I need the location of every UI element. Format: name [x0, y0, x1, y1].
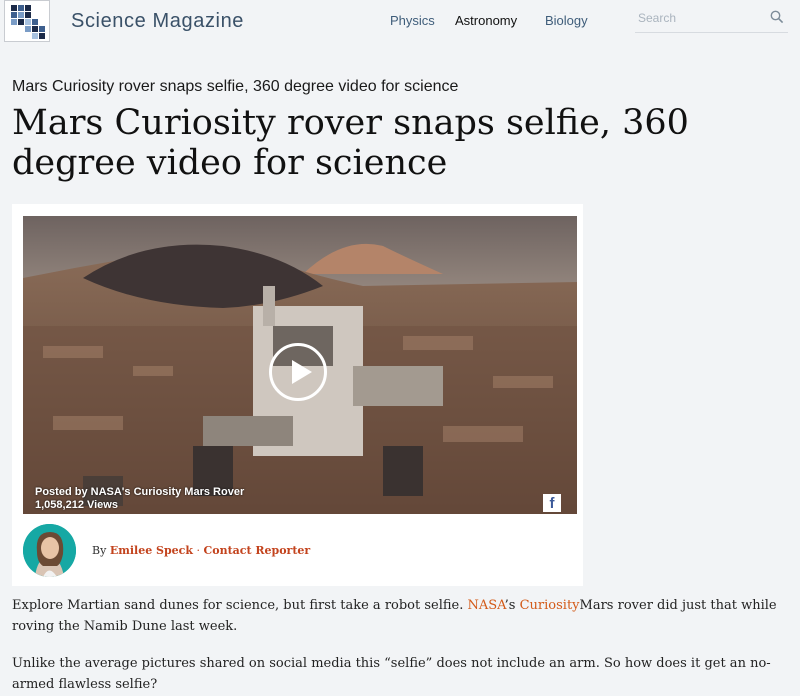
media-card: Posted by NASA's Curiosity Mars Rover 1,… — [12, 204, 583, 586]
byline-prefix: By — [92, 544, 107, 557]
site-header: Science Magazine Physics Astronomy Biolo… — [0, 0, 800, 48]
byline: By Emilee Speck · Contact Reporter — [23, 524, 563, 578]
article-kicker: Mars Curiosity rover snaps selfie, 360 d… — [12, 78, 459, 95]
search-icon[interactable] — [770, 10, 784, 29]
video-player[interactable]: Posted by NASA's Curiosity Mars Rover 1,… — [23, 216, 577, 514]
video-caption: Posted by NASA's Curiosity Mars Rover 1,… — [35, 486, 244, 512]
facebook-icon[interactable]: f — [543, 494, 561, 512]
paragraph-text: ’s — [504, 598, 520, 613]
nav-astronomy[interactable]: Astronomy — [455, 13, 517, 28]
contact-reporter-link[interactable]: Contact Reporter — [203, 544, 310, 557]
byline-separator: · — [196, 544, 200, 557]
nasa-link[interactable]: NASA — [468, 598, 505, 613]
site-title[interactable]: Science Magazine — [71, 10, 244, 33]
site-logo[interactable] — [4, 0, 50, 42]
paragraph-text: Explore Martian sand dunes for science, … — [12, 598, 468, 613]
article-paragraph-1: Explore Martian sand dunes for science, … — [12, 596, 792, 638]
play-button[interactable] — [269, 343, 327, 401]
search-input[interactable] — [635, 11, 758, 25]
author-link[interactable]: Emilee Speck — [110, 544, 193, 557]
curiosity-link[interactable]: Curiosity — [520, 598, 580, 613]
author-avatar[interactable] — [23, 524, 76, 577]
video-posted-by: Posted by NASA's Curiosity Mars Rover — [35, 486, 245, 498]
search-box — [635, 6, 788, 33]
article-paragraph-2: Unlike the average pictures shared on so… — [12, 656, 771, 692]
video-views: 1,058,212 Views — [35, 499, 118, 511]
article-headline: Mars Curiosity rover snaps selfie, 360 d… — [12, 103, 689, 183]
byline-text: By Emilee Speck · Contact Reporter — [92, 544, 310, 557]
nav-physics[interactable]: Physics — [390, 13, 435, 28]
nav-biology[interactable]: Biology — [545, 13, 588, 28]
